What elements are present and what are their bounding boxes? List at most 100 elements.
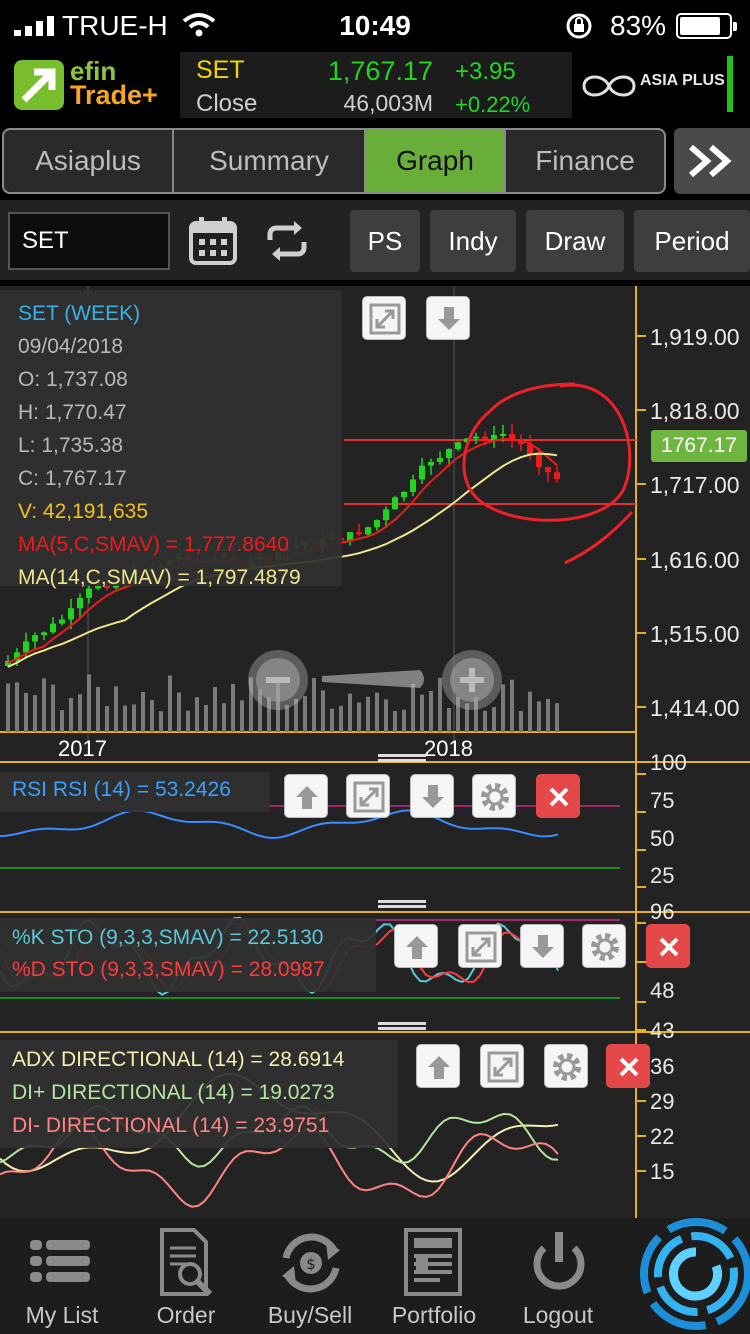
sto-move-down-button[interactable] — [520, 924, 564, 968]
move-down-button[interactable] — [426, 296, 470, 340]
adx-expand-button[interactable] — [480, 1044, 524, 1088]
rsi-close-button[interactable] — [536, 774, 580, 818]
zoom-in-button[interactable] — [442, 650, 502, 710]
zoom-out-button[interactable] — [248, 650, 308, 710]
list-icon — [30, 1240, 90, 1282]
infinity-logo-icon — [582, 75, 636, 97]
zoom-slider[interactable] — [320, 666, 430, 692]
battery-percent: 83% — [610, 10, 667, 41]
quick-action-button[interactable] — [630, 1208, 750, 1334]
volume-bar — [429, 690, 433, 732]
ps-button[interactable]: PS — [350, 210, 420, 272]
more-tabs-button[interactable] — [674, 128, 750, 194]
tab-summary[interactable]: Summary — [174, 130, 366, 192]
di-plus-label: DI+ DIRECTIONAL (14) = 19.0273 — [12, 1081, 335, 1104]
nav-label: Order — [156, 1302, 216, 1328]
sto-close-button[interactable] — [646, 924, 690, 968]
candle-body — [536, 454, 542, 468]
candle-body — [347, 532, 353, 541]
volume-bar — [42, 678, 46, 732]
adx-settings-button[interactable] — [544, 1044, 588, 1088]
expand-icon — [487, 1051, 519, 1083]
x-label: 2017 — [58, 736, 107, 761]
calendar-icon[interactable] — [186, 214, 240, 268]
quote-change-pct: +0.22% — [455, 92, 531, 117]
volume-bar — [51, 684, 55, 732]
volume-bar — [555, 703, 559, 732]
nav-label: Buy/Sell — [267, 1302, 353, 1328]
adx-y-label: 15 — [650, 1159, 675, 1184]
candle-body — [545, 467, 551, 473]
candle-body — [23, 641, 29, 653]
volume-bar — [15, 682, 19, 732]
nav-label: Logout — [522, 1302, 594, 1328]
y-label: 1,515.00 — [650, 621, 740, 647]
rsi-expand-button[interactable] — [346, 774, 390, 818]
candle-body — [32, 635, 38, 642]
info-low: L: 1,735.38 — [18, 434, 124, 457]
quote-change: +3.95 — [455, 58, 516, 85]
volume-bar — [447, 708, 451, 732]
candle-body — [482, 436, 488, 442]
info-close: C: 1,767.17 — [18, 467, 127, 490]
draw-button[interactable]: Draw — [526, 210, 624, 272]
rsi-move-up-button[interactable] — [284, 774, 328, 818]
adx-label: ADX DIRECTIONAL (14) = 28.6914 — [12, 1048, 345, 1071]
candle-body — [356, 532, 362, 535]
volume-bar — [105, 706, 109, 732]
candle-body — [419, 465, 425, 480]
resize-handle[interactable] — [378, 900, 426, 908]
adx-close-button[interactable] — [606, 1044, 650, 1088]
quote-close-label: Close — [196, 90, 258, 117]
symbol-input[interactable] — [8, 212, 170, 270]
expand-chart-button[interactable] — [362, 296, 406, 340]
resize-handle[interactable] — [378, 1022, 426, 1030]
volume-bar — [186, 710, 190, 732]
nav-order[interactable]: Order — [124, 1218, 248, 1334]
rsi-settings-button[interactable] — [472, 774, 516, 818]
volume-bar — [483, 710, 487, 732]
nav-buy-sell[interactable]: $ Buy/Sell — [248, 1218, 372, 1334]
indy-button[interactable]: Indy — [430, 210, 516, 272]
svg-text:$: $ — [306, 1255, 316, 1273]
sto-expand-button[interactable] — [458, 924, 502, 968]
rsi-move-down-button[interactable] — [410, 774, 454, 818]
rotation-lock-icon — [566, 13, 592, 39]
volume-bar — [384, 699, 388, 732]
period-button[interactable]: Period — [634, 210, 750, 272]
adx-y-label: 29 — [650, 1089, 675, 1114]
nav-label: Portfolio — [391, 1302, 477, 1328]
expand-icon — [465, 931, 497, 963]
logo-arrow-icon — [14, 60, 64, 110]
candle-body — [50, 623, 56, 633]
volume-bar — [177, 692, 181, 732]
logout-icon — [533, 1232, 585, 1290]
tab-finance[interactable]: Finance — [506, 130, 664, 192]
efin-logo: efin Trade+ — [10, 54, 178, 118]
adx-move-up-button[interactable] — [416, 1044, 460, 1088]
tab-graph[interactable]: Graph — [366, 130, 506, 192]
close-icon — [659, 937, 679, 957]
sto-move-up-button[interactable] — [394, 924, 438, 968]
volume-bar — [321, 690, 325, 732]
volume-bar — [231, 683, 235, 732]
battery-icon — [676, 13, 737, 39]
nav-portfolio[interactable]: Portfolio — [372, 1218, 496, 1334]
nav-my-list[interactable]: My List — [0, 1218, 124, 1334]
tab-asiaplus[interactable]: Asiaplus — [4, 130, 174, 192]
chart-area[interactable]: 1,919.00 1,818.00 1,717.00 1,616.00 1,51… — [0, 286, 750, 1218]
resize-handle[interactable] — [378, 754, 426, 762]
gear-icon — [481, 783, 509, 811]
info-volume: V: 42,191,635 — [18, 500, 148, 523]
logo-trade-text: Trade+ — [70, 80, 158, 110]
candle-body — [374, 520, 380, 528]
refresh-icon[interactable] — [260, 214, 314, 268]
rsi-y-label: 75 — [650, 788, 675, 813]
nav-logout[interactable]: Logout — [496, 1218, 620, 1334]
quote-price: 1,767.17 — [327, 56, 433, 86]
x-label: 2018 — [424, 736, 473, 761]
adx-y-label: 22 — [650, 1124, 675, 1149]
sto-settings-button[interactable] — [582, 924, 626, 968]
y-label: 1,616.00 — [650, 547, 740, 573]
volume-bar — [402, 709, 406, 732]
